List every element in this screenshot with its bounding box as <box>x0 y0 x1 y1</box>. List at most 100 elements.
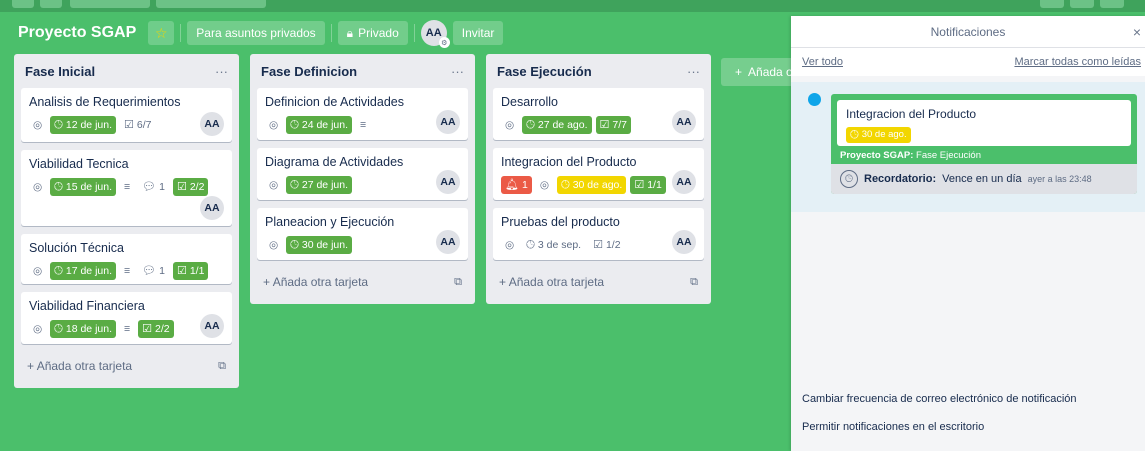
due-date-badge[interactable]: 🕒︎ 12 de jun. <box>50 116 116 134</box>
member-avatar[interactable]: AA ⚙ <box>420 20 450 48</box>
list-menu-icon[interactable]: ··· <box>215 64 228 79</box>
card-member-avatar[interactable]: AA <box>436 170 460 194</box>
view-all-link[interactable]: Ver todo <box>802 56 843 68</box>
watch-icon: ◎ <box>269 119 279 131</box>
add-card-label: Añada otra tarjeta <box>272 275 369 289</box>
clock-icon: 🕒︎ <box>840 170 858 188</box>
add-card-button[interactable]: + Añada otra tarjeta ⧉ <box>257 268 468 296</box>
card-member-avatar[interactable]: AA <box>200 314 224 338</box>
board-title[interactable]: Proyecto SGAP <box>12 20 142 46</box>
add-list-button[interactable]: + Añada o <box>721 58 801 86</box>
due-date-badge[interactable]: 🕒︎ 15 de jun. <box>50 178 116 196</box>
email-frequency-link[interactable]: Cambiar frecuencia de correo electrónico… <box>802 393 1077 405</box>
watch-icon: ◎ <box>33 265 43 277</box>
card[interactable]: Solución Técnica ◎ 🕒︎ 17 de jun. ≡ 💬︎ 1 ☑ 1… <box>21 234 232 284</box>
due-date-label: 30 de ago. <box>572 179 623 191</box>
add-card-button[interactable]: + Añada otra tarjeta ⧉ <box>493 268 704 296</box>
header-divider <box>180 24 182 42</box>
card-badges: ◎ 🕒︎ 12 de jun. ☑ 6/7 <box>29 114 224 136</box>
card[interactable]: Viabilidad Tecnica ◎ 🕒︎ 15 de jun. ≡ 💬︎ 1 … <box>21 150 232 226</box>
notifications-actions: Ver todo Marcar todas como leídas <box>791 48 1145 76</box>
list-menu-icon[interactable]: ··· <box>451 64 464 79</box>
checklist-count: 7/7 <box>612 119 627 131</box>
due-date-badge[interactable]: 🕒︎ 27 de ago. <box>522 116 592 134</box>
due-date-badge[interactable]: 🕒︎ 17 de jun. <box>50 262 116 280</box>
watch-icon: ◎ <box>539 179 549 191</box>
description-icon: ≡ <box>124 323 131 335</box>
top-bar-button[interactable] <box>1070 0 1094 8</box>
checklist-count: 2/2 <box>155 323 170 335</box>
header-divider <box>330 24 332 42</box>
card[interactable]: Analisis de Requerimientos ◎ 🕒︎ 12 de jun… <box>21 88 232 142</box>
card-template-icon[interactable]: ⧉ <box>454 276 462 289</box>
description-icon: ≡ <box>360 119 367 131</box>
privacy-button[interactable]: 🔒︎ Privado <box>337 21 408 45</box>
card-member-avatar[interactable]: AA <box>436 110 460 134</box>
notification-card-title: Integracion del Producto <box>846 107 977 121</box>
card-member-avatar[interactable]: AA <box>200 196 224 220</box>
list-title[interactable]: Fase Inicial <box>25 64 95 79</box>
card[interactable]: Planeacion y Ejecución ◎ 🕒︎ 30 de jun. AA <box>257 208 468 260</box>
top-bar-button[interactable] <box>40 0 62 8</box>
due-date-badge: 🕒︎ 30 de ago. <box>846 127 911 143</box>
due-date-badge[interactable]: 🕒︎ 30 de jun. <box>286 236 352 254</box>
checklist-icon: ☑ <box>176 265 187 277</box>
invite-button[interactable]: Invitar <box>452 21 504 45</box>
checklist-icon: ☑ <box>176 181 187 193</box>
card[interactable]: Pruebas del producto ◎ 🕒︎ 3 de sep. ☑ 1/2 … <box>493 208 704 260</box>
list-menu-icon[interactable]: ··· <box>687 64 700 79</box>
card[interactable]: Diagrama de Actividades ◎ 🕒︎ 27 de jun. A… <box>257 148 468 200</box>
privacy-label: Privado <box>358 26 399 40</box>
desktop-notifications-link[interactable]: Permitir notificaciones en el escritorio <box>802 421 984 433</box>
notification-card-preview[interactable]: Integracion del Producto 🕒︎ 30 de ago. Pr… <box>831 94 1137 194</box>
due-date-badge[interactable]: 🕒︎ 24 de jun. <box>286 116 352 134</box>
top-bar-button[interactable] <box>156 0 266 8</box>
close-icon[interactable]: × <box>1133 24 1141 40</box>
card[interactable]: Viabilidad Financiera ◎ 🕒︎ 18 de jun. ≡ ☑… <box>21 292 232 344</box>
comment-icon: 💬︎ <box>142 181 157 193</box>
due-date-badge[interactable]: 🕒︎ 3 de sep. <box>522 236 585 254</box>
checklist-count: 1/2 <box>605 239 621 251</box>
watch-icon: ◎ <box>269 179 279 191</box>
card-template-icon[interactable]: ⧉ <box>690 276 698 289</box>
due-date-badge[interactable]: 🕒︎ 18 de jun. <box>50 320 116 338</box>
card[interactable]: Definicion de Actividades ◎ 🕒︎ 24 de jun.… <box>257 88 468 140</box>
list-header: Fase Inicial ··· <box>21 54 232 88</box>
due-date-label: 24 de jun. <box>301 119 348 131</box>
top-bar-button[interactable] <box>12 0 34 8</box>
due-date-badge[interactable]: 🕒︎ 27 de jun. <box>286 176 352 194</box>
top-bar-button[interactable] <box>70 0 150 8</box>
notification-card[interactable]: Integracion del Producto 🕒︎ 30 de ago. <box>837 100 1131 146</box>
card-template-icon[interactable]: ⧉ <box>218 360 226 373</box>
card-member-avatar[interactable]: AA <box>200 112 224 136</box>
card-member-avatar[interactable]: AA <box>672 170 696 194</box>
card-member-avatar[interactable]: AA <box>672 230 696 254</box>
mark-all-read-link[interactable]: Marcar todas como leídas <box>1014 56 1141 68</box>
card[interactable]: Desarrollo ◎ 🕒︎ 27 de ago. ☑ 7/7 AA <box>493 88 704 140</box>
reminder-text: Vence en un día <box>942 173 1022 185</box>
notification-board-name[interactable]: Proyecto SGAP: <box>840 150 913 161</box>
star-button[interactable]: ☆ <box>148 21 175 45</box>
notification-item[interactable]: Integracion del Producto 🕒︎ 30 de ago. Pr… <box>791 82 1145 212</box>
notification-list-name: Fase Ejecución <box>916 150 981 161</box>
add-card-label: Añada otra tarjeta <box>36 359 133 373</box>
due-date-label: 18 de jun. <box>65 323 112 335</box>
card[interactable]: Integracion del Producto 🔔︎ 1 ◎ 🕒︎ 30 de a… <box>493 148 704 200</box>
card-member-avatar[interactable]: AA <box>672 110 696 134</box>
list-title[interactable]: Fase Ejecución <box>497 64 592 79</box>
reminder-time: ayer a las 23:48 <box>1027 174 1092 184</box>
list-title[interactable]: Fase Definicion <box>261 64 357 79</box>
team-visibility-button[interactable]: Para asuntos privados <box>187 21 325 45</box>
add-card-button[interactable]: + Añada otra tarjeta ⧉ <box>21 352 232 380</box>
card-member-avatar[interactable]: AA <box>436 230 460 254</box>
card-badges: ◎ 🕒︎ 24 de jun. ≡ <box>265 114 460 136</box>
list-header: Fase Ejecución ··· <box>493 54 704 88</box>
top-bar-button[interactable] <box>1040 0 1064 8</box>
comment-count: 1 <box>159 181 165 193</box>
card-badges: ◎ 🕒︎ 18 de jun. ≡ ☑ 2/2 <box>29 318 224 340</box>
member-initials: AA <box>425 27 442 39</box>
description-icon: ≡ <box>124 181 131 193</box>
top-bar-button[interactable] <box>1100 0 1124 8</box>
due-date-badge[interactable]: 🕒︎ 30 de ago. <box>556 176 627 194</box>
unread-indicator[interactable] <box>808 93 821 106</box>
